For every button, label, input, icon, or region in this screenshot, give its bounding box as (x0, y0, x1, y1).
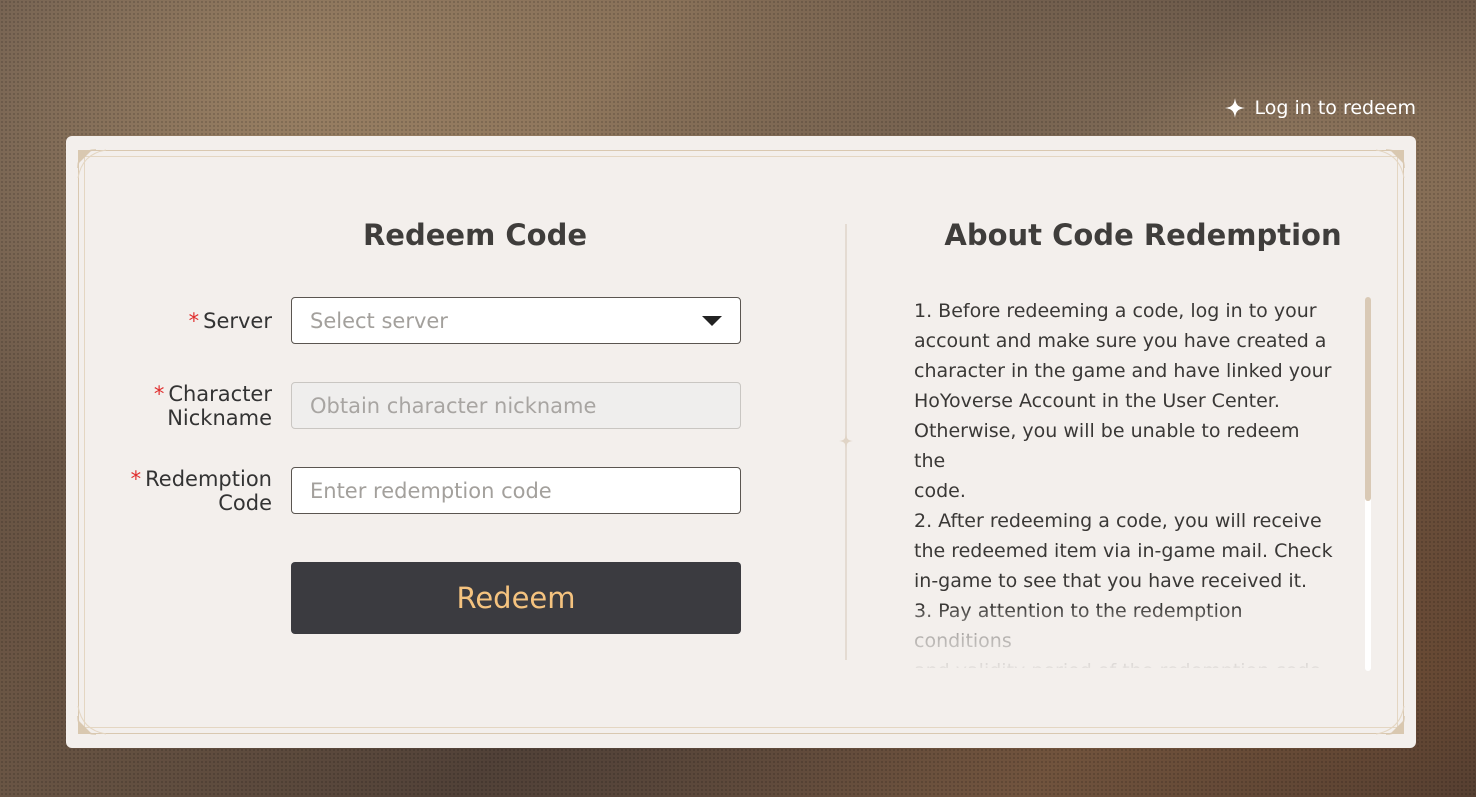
about-line: in-game to see that you have received it… (914, 570, 1308, 592)
required-mark: * (130, 467, 142, 491)
about-line: account and make sure you have created a (914, 330, 1327, 352)
login-link[interactable]: Log in to redeem (1224, 97, 1416, 119)
about-line: character in the game and have linked yo… (914, 360, 1332, 382)
server-select-placeholder: Select server (310, 308, 448, 333)
redemption-code-input[interactable] (310, 478, 722, 503)
about-line: 3. Pay attention to the redemption condi… (914, 600, 1243, 652)
about-scrollbar-thumb[interactable] (1365, 297, 1371, 501)
nickname-field: Obtain character nickname (291, 382, 741, 429)
server-label: * Server (188, 309, 272, 333)
corner-ornament-icon (77, 705, 107, 735)
about-line: code. (914, 480, 966, 502)
required-mark: * (188, 309, 200, 333)
redeem-code-title: Redeem Code (362, 218, 588, 252)
corner-ornament-icon (77, 149, 107, 179)
about-line: 2. After redeeming a code, you will rece… (914, 510, 1322, 532)
about-text: 1. Before redeeming a code, log in to yo… (914, 296, 1334, 668)
corner-ornament-icon (1375, 705, 1405, 735)
login-link-label: Log in to redeem (1254, 97, 1416, 119)
about-title: About Code Redemption (944, 218, 1342, 252)
code-label: * Redemption Code (130, 467, 272, 515)
corner-ornament-icon (1375, 149, 1405, 179)
about-line: the redeemed item via in-game mail. Chec… (914, 540, 1333, 562)
required-mark: * (153, 382, 165, 406)
nickname-placeholder: Obtain character nickname (310, 393, 597, 418)
redemption-code-input-box[interactable] (291, 467, 741, 514)
sparkle-icon (1224, 98, 1245, 118)
redeem-card: Redeem Code * Server Select server * Chara… (66, 136, 1416, 748)
about-line: 1. Before redeeming a code, log in to yo… (914, 300, 1317, 322)
about-line: Otherwise, you will be unable to redeem … (914, 420, 1300, 472)
caret-down-icon (702, 315, 722, 326)
nickname-label: * Character Nickname (153, 382, 272, 430)
about-line: HoYoverse Account in the User Center. (914, 390, 1280, 412)
server-select[interactable]: Select server (291, 297, 741, 344)
redeem-button[interactable]: Redeem (291, 562, 741, 634)
about-line: and validity period of the redemption co… (914, 656, 1334, 668)
divider-star-icon (839, 434, 853, 448)
